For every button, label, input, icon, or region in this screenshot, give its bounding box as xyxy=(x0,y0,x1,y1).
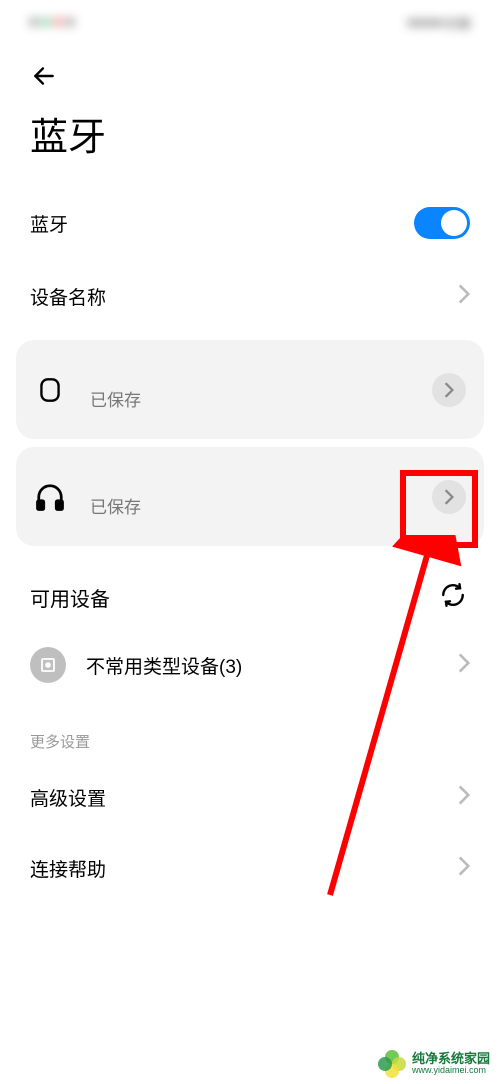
status-right: ■■■■■ ▮ ▮▮ xyxy=(407,14,470,31)
chevron-right-icon xyxy=(458,653,470,678)
device-detail-button[interactable] xyxy=(432,373,466,407)
uncommon-devices-row[interactable]: 不常用类型设备(3) xyxy=(0,629,500,701)
refresh-button[interactable] xyxy=(436,578,470,617)
generic-device-icon xyxy=(30,647,66,683)
bluetooth-label: 蓝牙 xyxy=(30,210,68,237)
watermark-text: 纯净系统家园 www.yidaimei.com xyxy=(412,1052,490,1076)
device-name-label: 设备名称 xyxy=(30,283,106,310)
bluetooth-toggle-row[interactable]: 蓝牙 xyxy=(0,185,500,261)
saved-device-card[interactable]: 已保存 xyxy=(16,340,484,439)
page-title: 蓝牙 xyxy=(30,106,470,161)
arrow-left-icon xyxy=(31,63,57,89)
available-header-row: 可用设备 xyxy=(0,554,500,629)
more-settings-header: 更多设置 xyxy=(0,701,500,762)
watermark-url: www.yidaimei.com xyxy=(412,1066,490,1076)
uncommon-label: 不常用类型设备(3) xyxy=(86,652,458,679)
page-title-wrap: 蓝牙 xyxy=(0,98,500,185)
back-button[interactable] xyxy=(30,62,58,90)
connection-help-row[interactable]: 连接帮助 xyxy=(0,833,500,904)
bluetooth-toggle[interactable] xyxy=(414,207,470,239)
help-label: 连接帮助 xyxy=(30,855,106,882)
device-name-row[interactable]: 设备名称 xyxy=(0,261,500,332)
chevron-right-icon xyxy=(458,785,470,810)
watch-icon xyxy=(34,374,66,406)
advanced-label: 高级设置 xyxy=(30,784,106,811)
back-row xyxy=(0,44,500,98)
watermark-cn: 纯净系统家园 xyxy=(412,1052,490,1066)
refresh-icon xyxy=(440,582,466,608)
available-header: 可用设备 xyxy=(30,583,110,612)
status-bar: ■■■■■ ▮ ▮▮ xyxy=(0,0,500,44)
chevron-right-icon xyxy=(458,284,470,309)
saved-status-label: 已保存 xyxy=(90,386,141,411)
watermark: 纯净系统家园 www.yidaimei.com xyxy=(368,1044,500,1084)
chevron-right-icon xyxy=(458,856,470,881)
status-left xyxy=(30,18,74,26)
device-detail-button[interactable] xyxy=(432,480,466,514)
headphones-icon xyxy=(34,481,66,513)
saved-device-card[interactable]: 已保存 xyxy=(16,447,484,546)
saved-status-label: 已保存 xyxy=(90,493,141,518)
watermark-logo-icon xyxy=(378,1050,406,1078)
advanced-settings-row[interactable]: 高级设置 xyxy=(0,762,500,833)
